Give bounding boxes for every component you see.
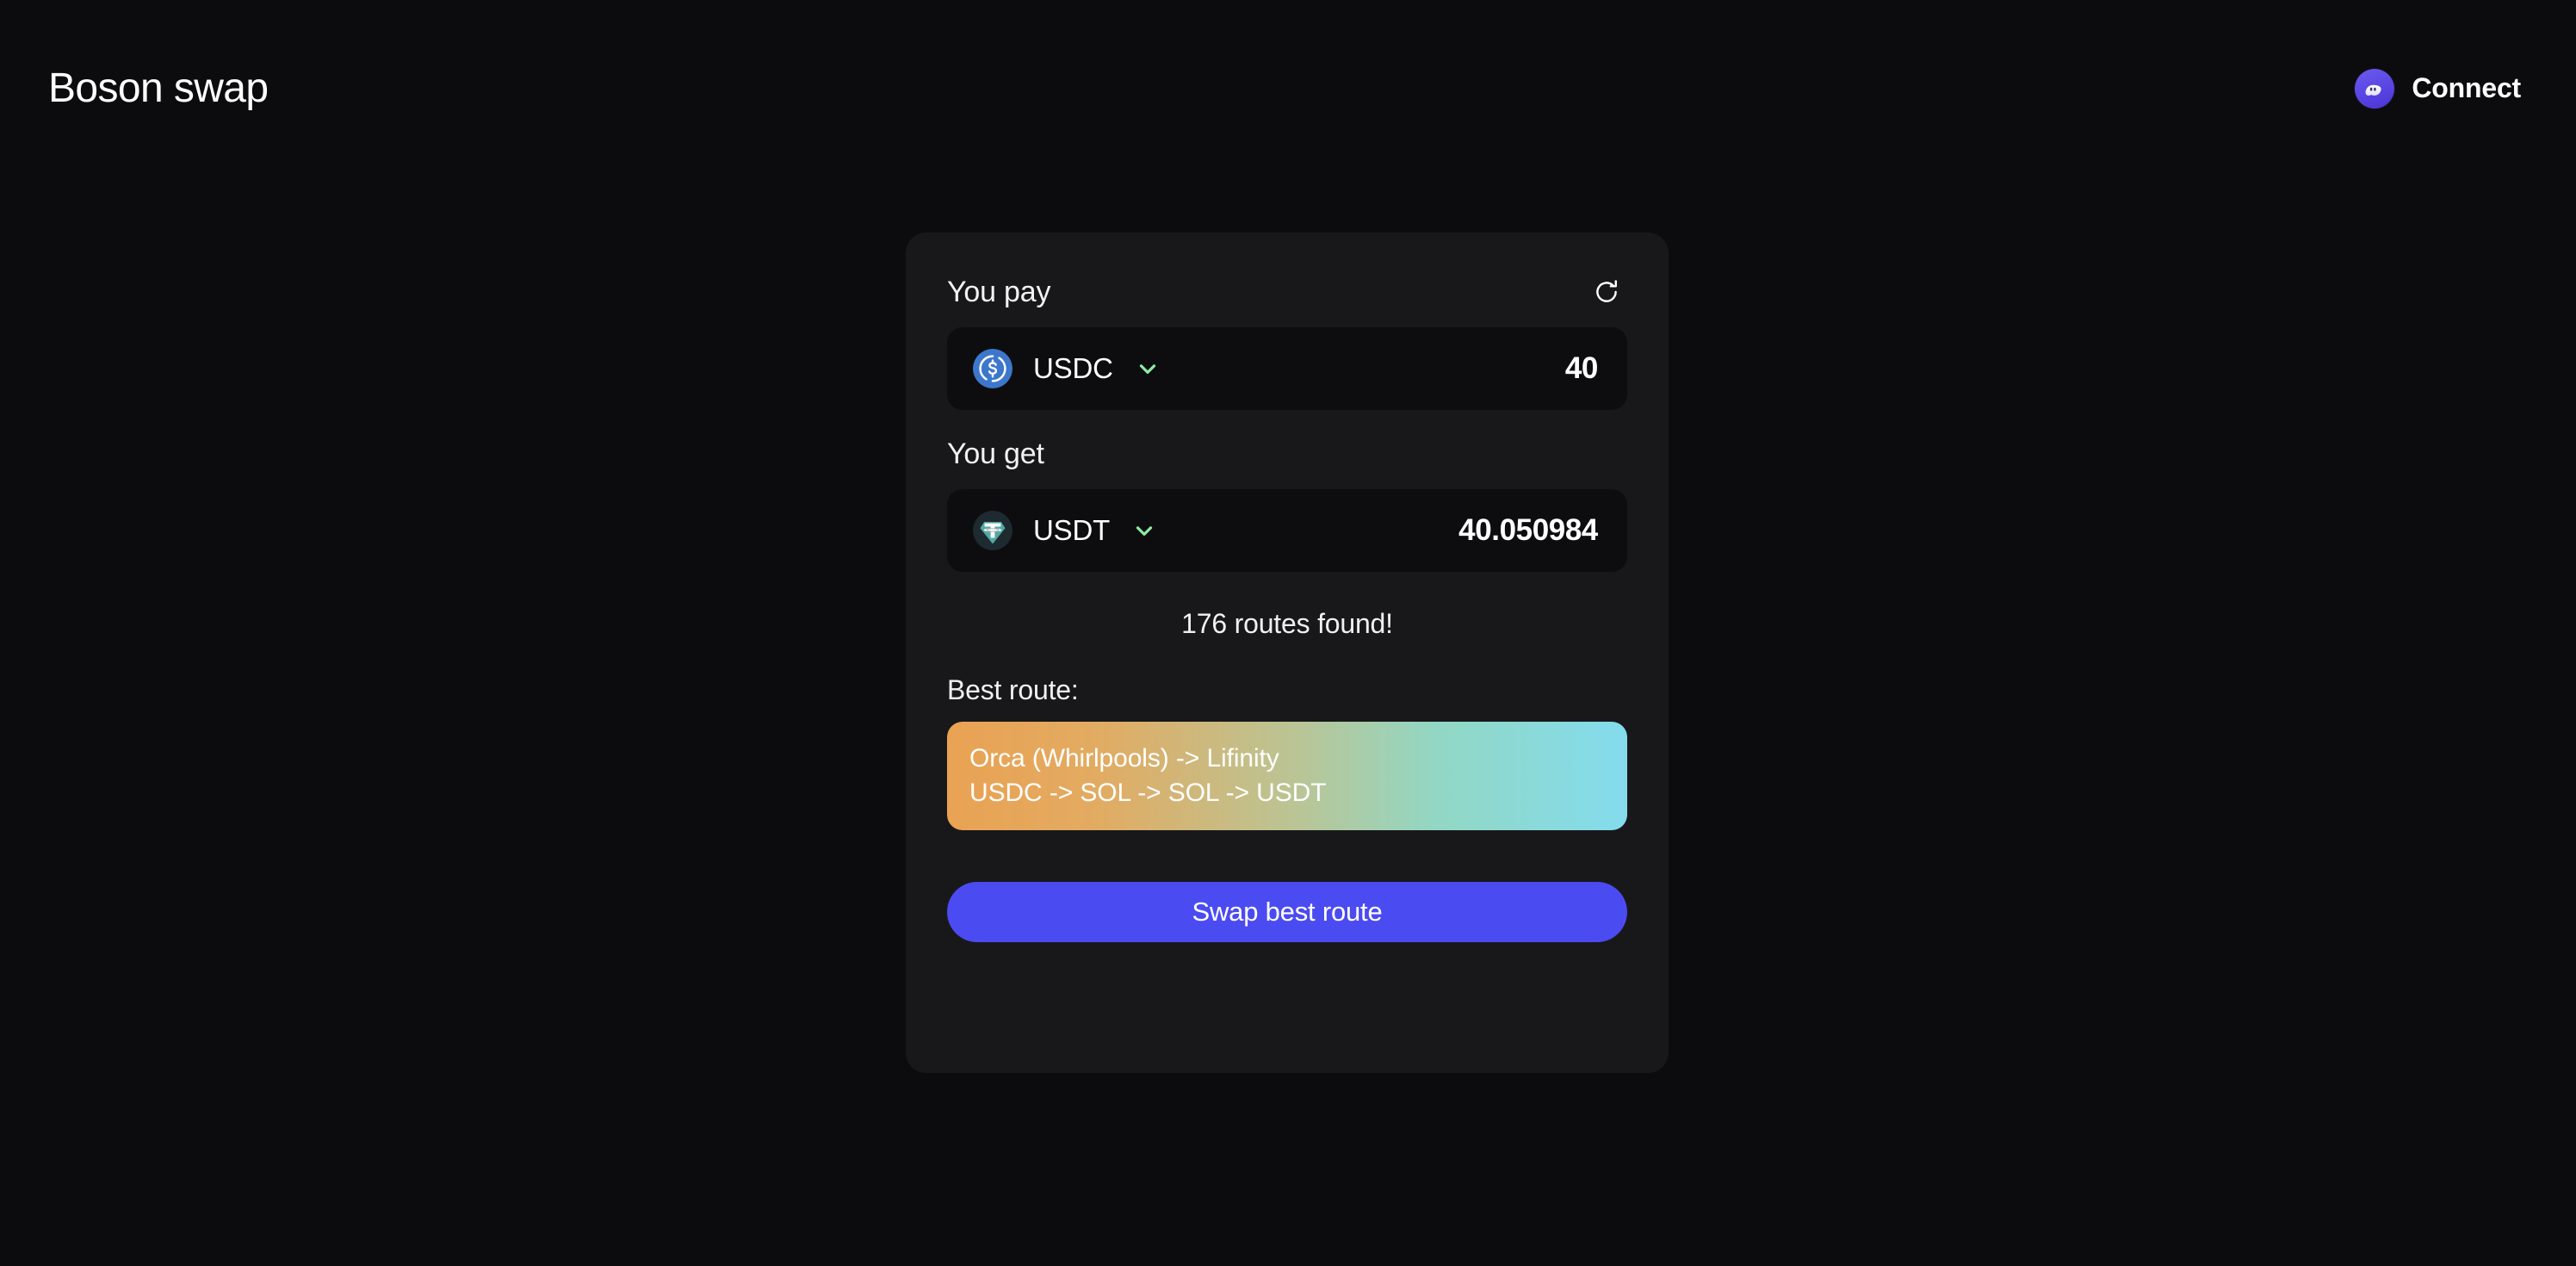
get-amount-input[interactable] — [1219, 513, 1598, 548]
usdt-tether-icon — [973, 511, 1012, 550]
connect-label: Connect — [2412, 72, 2521, 103]
best-route-label: Best route: — [947, 674, 1079, 705]
best-route-token-path: USDC -> SOL -> SOL -> USDT — [969, 779, 1327, 807]
refresh-icon[interactable] — [1588, 273, 1625, 311]
pay-token-row: USDC — [947, 327, 1627, 410]
best-route-card[interactable]: Orca (Whirlpools) -> Lifinity USDC -> SO… — [947, 722, 1627, 830]
get-token-symbol: USDT — [1033, 514, 1111, 546]
top-bar: Boson swap Connect — [0, 0, 2576, 177]
usdc-coin-icon — [973, 349, 1012, 388]
app-title: Boson swap — [48, 65, 269, 111]
app-root: Boson swap Connect You pay USDC 40 You g… — [0, 0, 2576, 1266]
get-token-row: USDT — [947, 489, 1627, 572]
pay-token-symbol: USDC — [1033, 352, 1113, 384]
routes-found-status: 176 routes found! — [1181, 608, 1393, 639]
get-label: You get — [947, 437, 1044, 470]
swap-best-route-button[interactable]: Swap best route — [947, 882, 1627, 942]
get-token-selector[interactable]: USDT — [973, 511, 1110, 550]
get-chevron-down-icon[interactable] — [1129, 515, 1160, 546]
phantom-ghost-icon — [2355, 68, 2395, 109]
get-header: You get — [947, 432, 1627, 475]
pay-amount-input[interactable] — [1219, 351, 1598, 386]
pay-header: You pay — [947, 270, 1627, 313]
connect-wallet-button[interactable]: Connect — [2348, 65, 2528, 112]
swap-card: You pay USDC 40 You get USDT 40.050984 1… — [906, 233, 1669, 1073]
best-route-dex-path: Orca (Whirlpools) -> Lifinity — [969, 744, 1279, 773]
pay-chevron-down-icon[interactable] — [1132, 353, 1163, 384]
pay-label: You pay — [947, 275, 1051, 308]
pay-token-selector[interactable]: USDC — [973, 349, 1113, 388]
